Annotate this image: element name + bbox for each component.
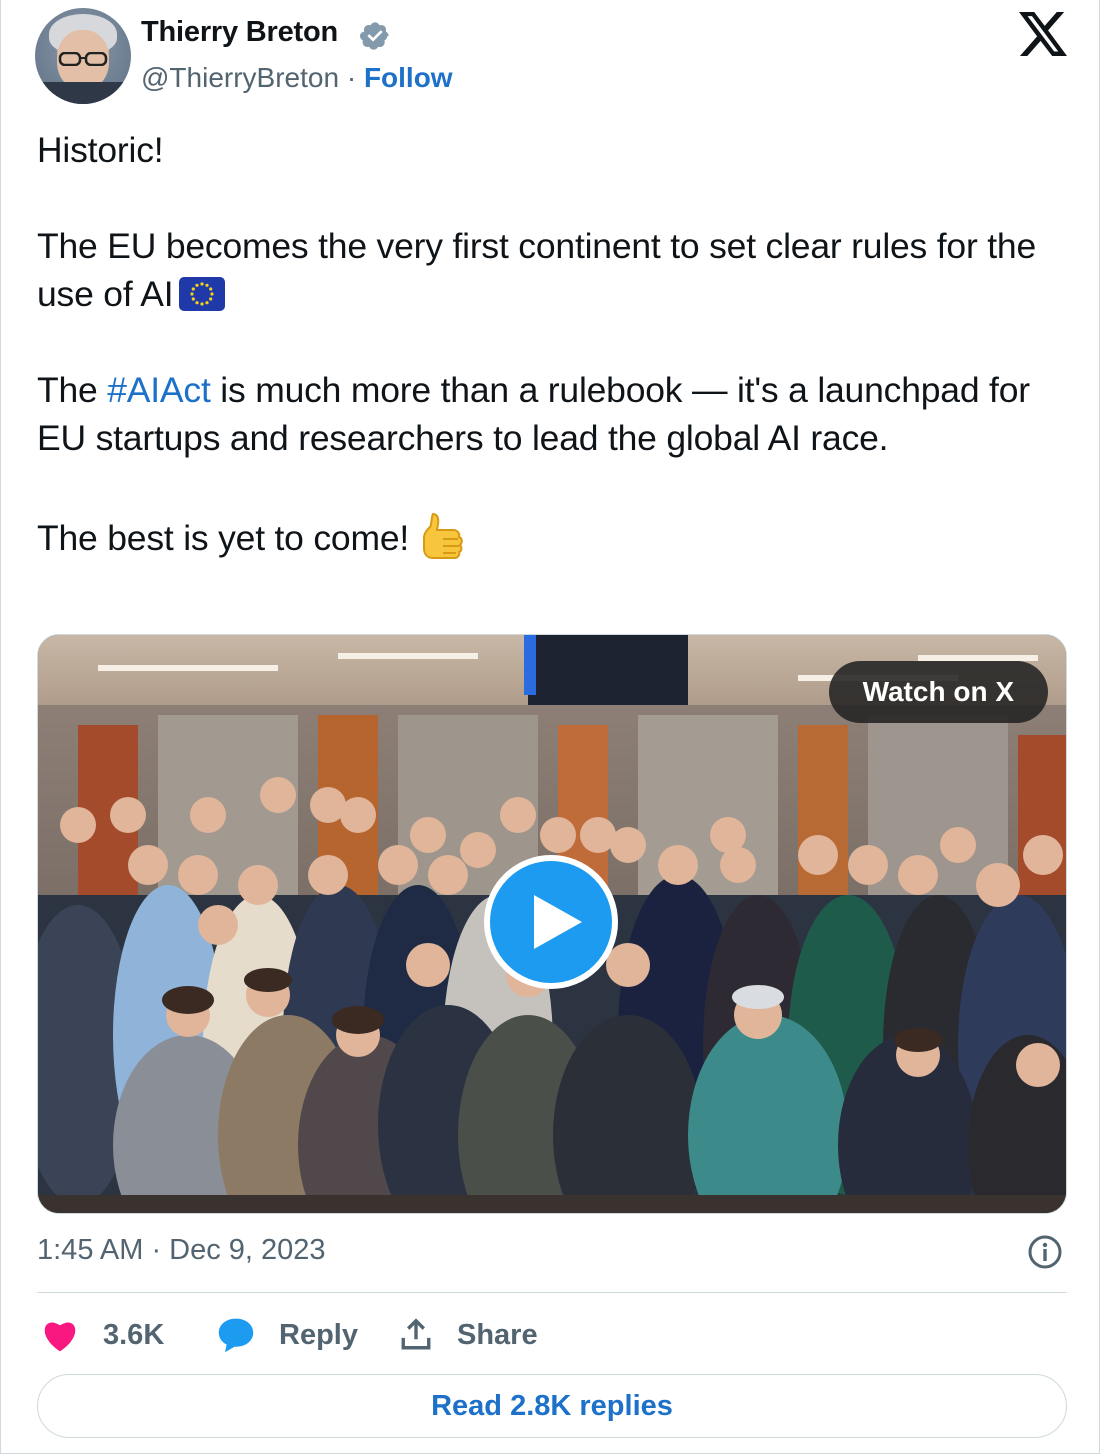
share-button[interactable]: Share [399, 1310, 538, 1360]
share-label: Share [457, 1318, 538, 1351]
tweet-line-2: The EU becomes the very first continent … [37, 222, 1067, 318]
separator-dot: · [346, 62, 357, 93]
tweet-card: Thierry Breton @ThierryBreton · Follow H… [0, 0, 1100, 1454]
follow-button[interactable]: Follow [364, 62, 453, 93]
video-thumbnail[interactable]: Watch on X [37, 634, 1067, 1214]
like-button[interactable]: 3.6K [41, 1310, 164, 1360]
tweet-line-3-pre: The [37, 370, 108, 410]
action-bar: 3.6K Reply Share [37, 1310, 1067, 1360]
reply-button[interactable]: Reply [217, 1310, 358, 1360]
tweet-line-3: The #AIAct is much more than a rulebook … [37, 366, 1067, 462]
tweet-timestamp[interactable]: 1:45 AM · Dec 9, 2023 [37, 1234, 326, 1267]
reply-bubble-icon [218, 1318, 254, 1353]
avatar-glasses [58, 52, 108, 66]
avatar[interactable] [35, 8, 131, 104]
heart-icon [44, 1322, 76, 1352]
play-icon [534, 895, 582, 949]
reply-label: Reply [279, 1318, 358, 1351]
handle-line: @ThierryBreton · Follow [141, 62, 453, 94]
tweet-line-4-text: The best is yet to come! [37, 518, 410, 558]
eu-flag-icon [179, 277, 226, 311]
avatar-suit [35, 82, 131, 104]
info-icon[interactable] [1027, 1234, 1063, 1270]
hashtag-link[interactable]: #AIAct [107, 370, 211, 410]
like-count: 3.6K [103, 1318, 165, 1351]
thumbs-up-icon [423, 512, 463, 559]
author-handle[interactable]: @ThierryBreton [141, 62, 339, 93]
author-name[interactable]: Thierry Breton [141, 16, 338, 49]
divider [37, 1292, 1067, 1293]
tweet-text: Historic! The EU becomes the very first … [37, 126, 1067, 562]
tweet-line-1: Historic! [37, 130, 164, 170]
play-button[interactable] [484, 855, 618, 989]
watch-on-x-button[interactable]: Watch on X [828, 661, 1048, 723]
tweet-line-4: The best is yet to come! [37, 510, 1067, 562]
share-upload-icon [401, 1318, 431, 1350]
x-logo-icon[interactable] [1019, 12, 1067, 56]
read-replies-button[interactable]: Read 2.8K replies [37, 1374, 1067, 1438]
verified-badge-icon[interactable] [359, 20, 391, 52]
